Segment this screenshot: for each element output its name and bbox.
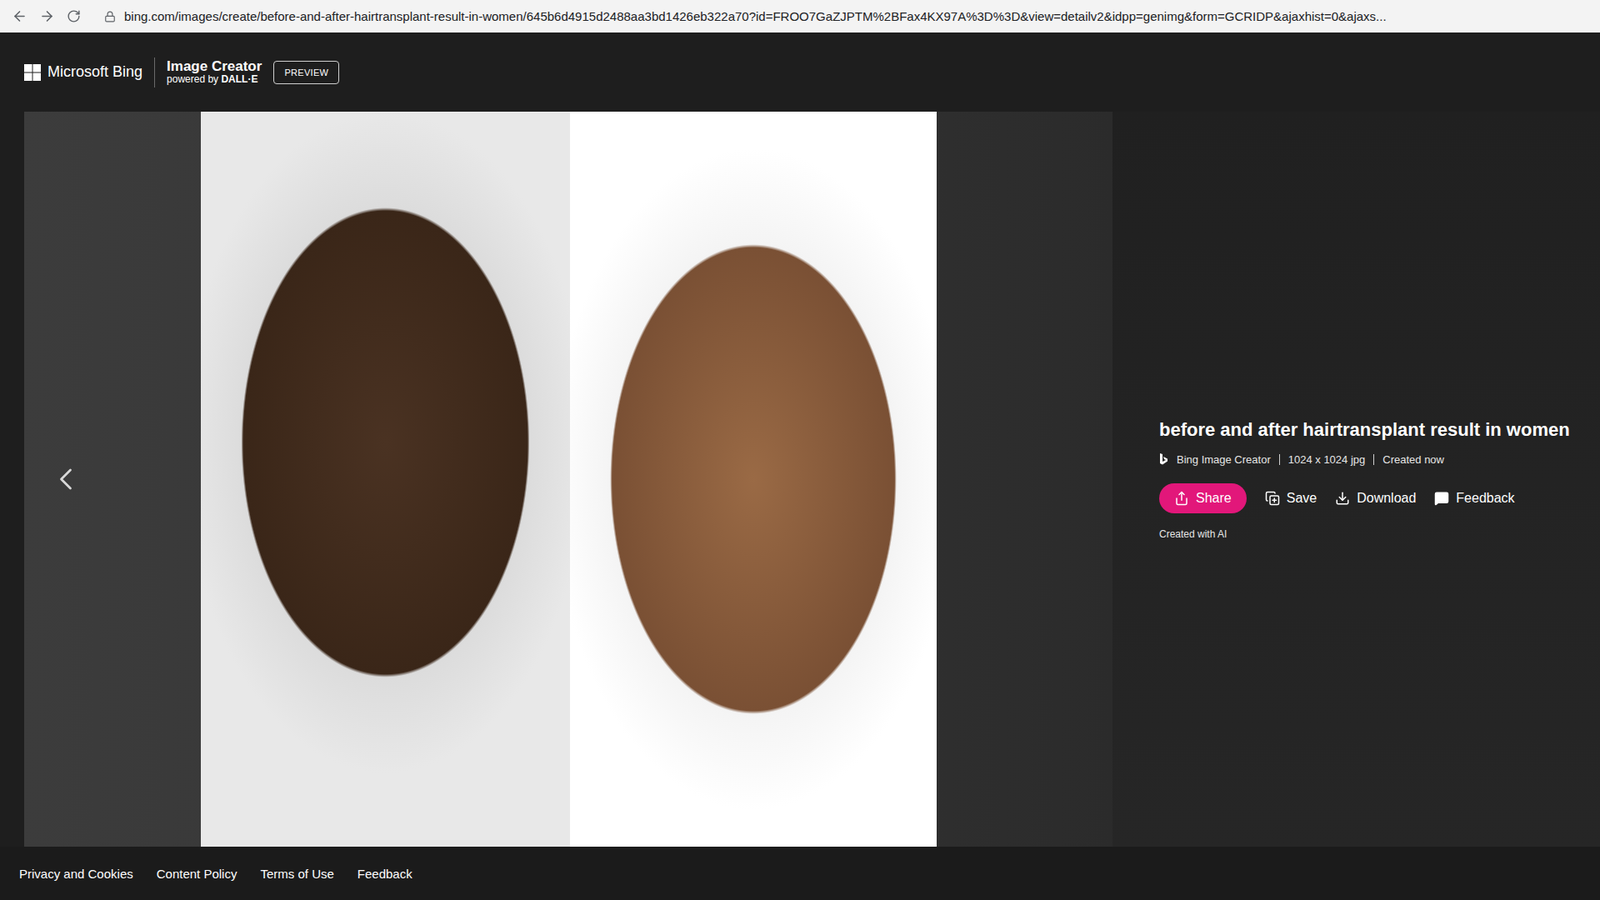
photo-before [200, 111, 570, 847]
brand[interactable]: Microsoft Bing [24, 57, 155, 88]
site-header: Microsoft Bing Image Creatorpowered by DA… [0, 32, 1600, 112]
browser-bar: bing.com/images/create/before-and-after-… [0, 0, 1600, 33]
action-row: Share Save Download Feedback [1159, 483, 1594, 514]
powered-by: powered by DALL·E [166, 74, 262, 85]
generated-image[interactable] [200, 111, 937, 847]
address-bar[interactable]: bing.com/images/create/before-and-after-… [92, 9, 1589, 24]
action-button[interactable]: Save [1265, 483, 1317, 514]
main: before and after hairtransplant result i… [0, 111, 1600, 847]
photo-after [570, 111, 937, 847]
reload-button[interactable] [66, 9, 81, 24]
image-viewer [24, 111, 1113, 847]
meta-item: 1024 x 1024 jpg [1279, 454, 1366, 465]
feedback-icon [1434, 490, 1450, 506]
product[interactable]: Image Creatorpowered by DALL·E [166, 59, 262, 86]
microsoft-logo-icon [24, 64, 41, 81]
preview-badge: PREVIEW [273, 60, 340, 85]
image-title: before and after hairtransplant result i… [1159, 418, 1594, 443]
footer-link[interactable]: Content Policy [156, 866, 238, 881]
share-icon [1174, 490, 1190, 506]
footer-link[interactable]: Terms of Use [260, 866, 334, 881]
download-icon [1335, 490, 1350, 506]
ai-note: Created with AI [1159, 528, 1594, 540]
action-button[interactable]: Download [1335, 483, 1416, 514]
action-button[interactable]: Share [1159, 483, 1247, 514]
chevron-left-icon [47, 460, 85, 498]
footer-link[interactable]: Privacy and Cookies [19, 866, 134, 881]
arrow-right-icon [39, 8, 55, 25]
bing-icon [1159, 453, 1169, 465]
save-icon [1265, 490, 1280, 506]
arrow-left-icon [11, 8, 28, 25]
product-name: Image Creator [166, 59, 262, 75]
previous-button[interactable] [47, 460, 85, 498]
forward-button[interactable] [39, 8, 55, 25]
reload-icon [66, 9, 81, 24]
meta-item: Bing Image Creator [1176, 454, 1271, 465]
viewer-spacer [936, 111, 1113, 847]
meta-item: Created now [1373, 454, 1445, 465]
meta-row: Bing Image Creator 1024 x 1024 jpg Created… [1159, 453, 1594, 465]
footer-link[interactable]: Feedback [357, 866, 413, 881]
action-button[interactable]: Feedback [1434, 483, 1515, 514]
brand-name: Microsoft Bing [47, 63, 143, 81]
prev-cell [24, 111, 201, 847]
footer: Privacy and Cookies Content Policy Terms o… [0, 846, 1600, 900]
back-button[interactable] [11, 8, 28, 25]
lock-icon [104, 10, 116, 23]
page: bing.com/images/create/before-and-after-… [0, 0, 1600, 900]
image-details: before and after hairtransplant result i… [1112, 111, 1600, 847]
url-text: bing.com/images/create/before-and-after-… [124, 9, 1387, 24]
